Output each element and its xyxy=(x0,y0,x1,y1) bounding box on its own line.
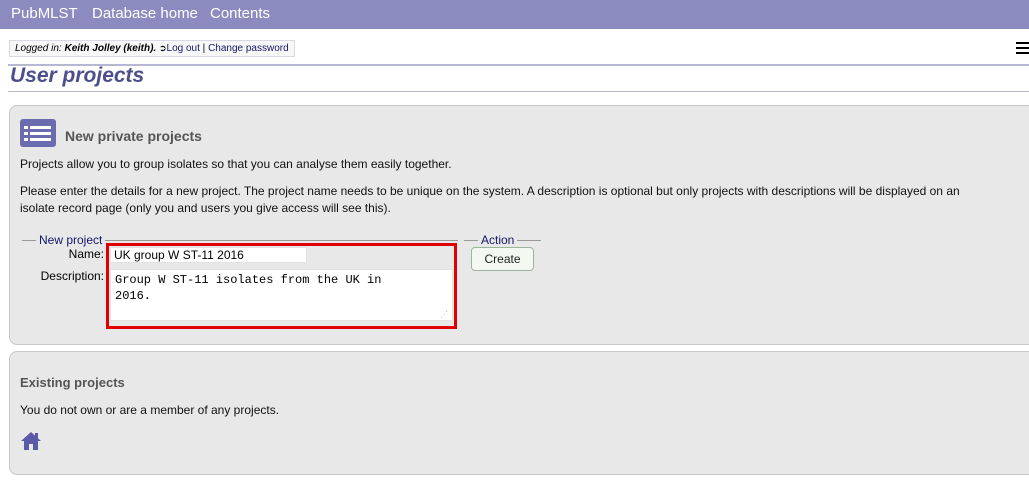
home-icon[interactable] xyxy=(20,431,42,451)
nav-link-contents[interactable]: Contents xyxy=(210,5,270,22)
login-prefix: Logged in: xyxy=(15,43,65,54)
login-separator: | xyxy=(202,43,206,54)
projects-details-text-line1: Please enter the details for a new proje… xyxy=(20,184,960,198)
name-label: Name: xyxy=(68,247,104,261)
highlight-box xyxy=(106,243,457,329)
hamburger-menu-icon[interactable] xyxy=(1016,42,1029,57)
projects-intro-text: Projects allow you to group isolates so … xyxy=(20,157,452,171)
description-label: Description: xyxy=(40,269,104,283)
new-project-legend: New project xyxy=(39,233,103,247)
no-projects-message: You do not own or are a member of any pr… xyxy=(20,403,280,417)
page-title: User projects xyxy=(10,64,145,87)
existing-projects-heading: Existing projects xyxy=(20,375,125,390)
projects-details-text-line2: isolate record page (only you and users … xyxy=(20,201,391,215)
title-rule-top xyxy=(8,64,1029,66)
top-navigation-bar: PubMLST Database home Contents xyxy=(0,0,1029,29)
change-password-link[interactable]: Change password xyxy=(208,43,289,54)
list-icon xyxy=(20,119,56,147)
nav-link-pubmlst[interactable]: PubMLST xyxy=(11,5,78,22)
action-legend: Action xyxy=(481,233,515,247)
logout-icon[interactable]: ➲ xyxy=(159,43,167,53)
action-fieldset: Action xyxy=(464,233,541,247)
nav-link-database-home[interactable]: Database home xyxy=(92,5,198,22)
title-rule-bottom xyxy=(8,91,1029,92)
create-button[interactable]: Create xyxy=(471,247,534,271)
login-status-bar: Logged in: Keith Jolley (keith). ➲Log ou… xyxy=(9,40,295,57)
logged-in-user: Keith Jolley (keith). xyxy=(64,43,157,54)
new-projects-heading: New private projects xyxy=(65,128,202,144)
logout-link[interactable]: Log out xyxy=(167,43,200,54)
